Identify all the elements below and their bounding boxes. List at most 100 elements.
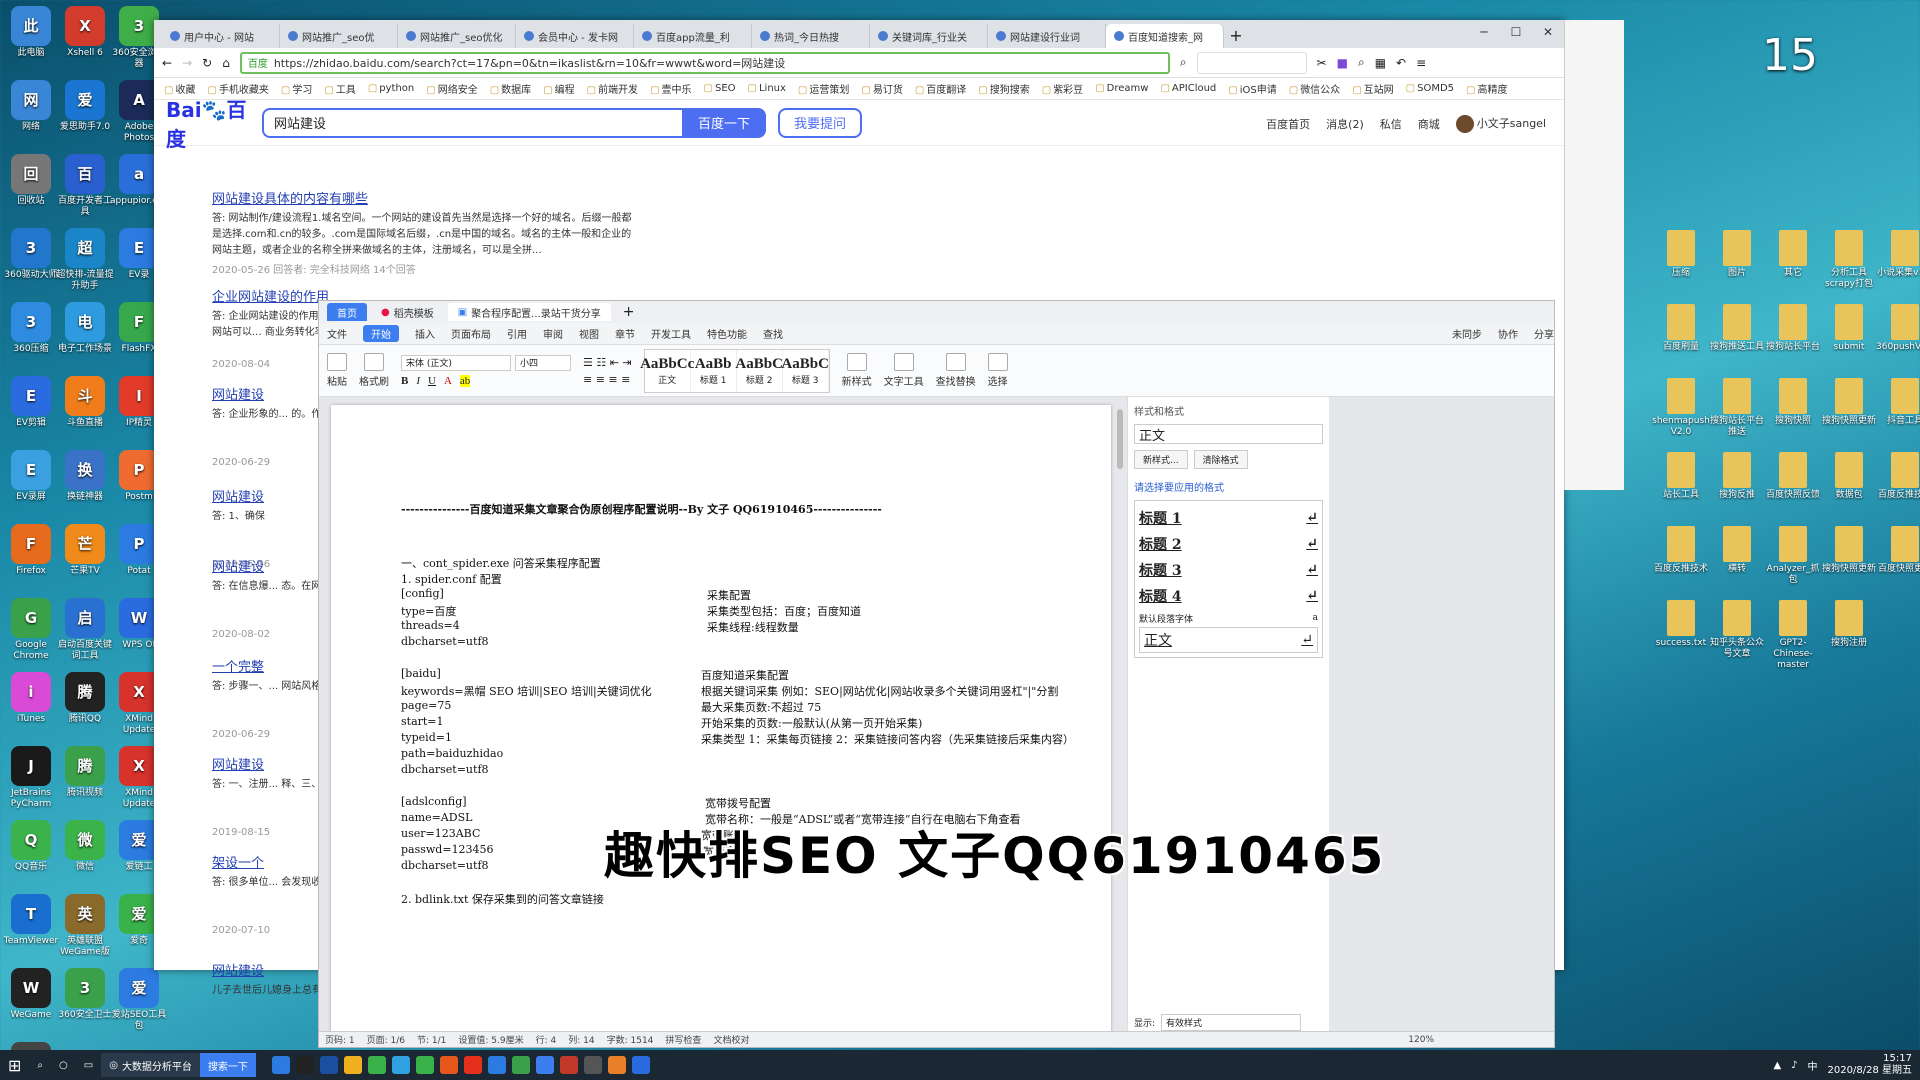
browser-search-box[interactable]: [1196, 51, 1307, 74]
file-icon[interactable]: 横转: [1708, 526, 1766, 575]
file-icon[interactable]: 搜狗快照更新: [1820, 378, 1878, 427]
bookmark-item[interactable]: 运营策划: [798, 81, 849, 96]
desktop-icon[interactable]: 启启动百度关键词工具: [56, 598, 114, 662]
quick-style[interactable]: AaBb 标题 1: [691, 349, 737, 392]
find-replace-button[interactable]: 查找替换: [936, 353, 976, 388]
menu-right-item[interactable]: 协作: [1498, 326, 1518, 341]
bookmark-item[interactable]: SEO: [704, 83, 736, 94]
taskbar-search-icon[interactable]: ⌕: [29, 1053, 51, 1077]
file-icon[interactable]: success.txt: [1652, 600, 1710, 649]
browser-tab[interactable]: 热词_今日热搜: [752, 24, 870, 48]
browser-tab[interactable]: 网站推广_seo优: [280, 24, 398, 48]
list-icons[interactable]: ☰ ☷ ⇤ ⇥: [583, 356, 632, 369]
document-page[interactable]: ---------------百度知道采集文章聚合伪原创程序配置说明--By 文…: [331, 405, 1111, 1045]
font-family-select[interactable]: 宋体 (正文): [401, 354, 511, 371]
desktop-icon[interactable]: F Firefox: [2, 524, 60, 577]
undo-icon[interactable]: ↶: [1396, 56, 1406, 70]
new-doc-tab-button[interactable]: +: [623, 304, 635, 320]
bookmark-item[interactable]: Dreamw: [1095, 83, 1149, 94]
desktop-icon[interactable]: T TeamViewer: [2, 894, 60, 947]
wps-tab-home[interactable]: 首页: [327, 303, 367, 321]
file-icon[interactable]: submit: [1820, 304, 1878, 353]
extension-icon[interactable]: ■: [1337, 56, 1348, 70]
scroll-thumb[interactable]: [1117, 409, 1123, 469]
desktop-icon[interactable]: G Google Chrome: [2, 598, 60, 662]
desktop-icon[interactable]: 3 360压缩: [2, 302, 60, 355]
desktop-icon[interactable]: 英英雄联盟WeGame版: [56, 894, 114, 958]
taskbar-app-search[interactable]: 搜索一下: [199, 1053, 256, 1077]
align-icons[interactable]: ≡ ≡ ≡ ≡: [583, 373, 632, 386]
desktop-icon[interactable]: 爱爱站SEO工具包: [110, 968, 168, 1032]
file-icon[interactable]: 小说采集v1.0: [1876, 230, 1920, 279]
desktop-icon[interactable]: 回回收站: [2, 154, 60, 207]
desktop-icon[interactable]: X Xshell 6: [56, 6, 114, 59]
new-tab-button[interactable]: +: [1224, 24, 1248, 48]
browser-tab[interactable]: 百度app流量_利: [634, 24, 752, 48]
menu-item[interactable]: 章节: [615, 326, 635, 341]
bookmark-item[interactable]: 互站网: [1352, 81, 1394, 96]
paste-button[interactable]: 粘贴: [327, 353, 347, 388]
ime-icon[interactable]: 中: [1808, 1058, 1818, 1073]
quick-style[interactable]: AaBbCc 正文: [640, 349, 694, 392]
desktop-icon[interactable]: 3 360驱动大师: [2, 228, 60, 281]
desktop-icon[interactable]: 芒芒果TV: [56, 524, 114, 577]
home-icon[interactable]: ⌂: [222, 56, 230, 70]
nav-mall[interactable]: 商城: [1418, 116, 1440, 132]
file-icon[interactable]: 搜狗站长平台: [1764, 304, 1822, 353]
browser-tab[interactable]: 网站推广_seo优化: [398, 24, 516, 48]
file-icon[interactable]: 百度反推技术: [1876, 452, 1920, 501]
format-painter-button[interactable]: 格式刷: [359, 353, 389, 388]
new-style-button[interactable]: 新样式: [842, 353, 872, 388]
bookmark-item[interactable]: 紫彩豆: [1042, 81, 1083, 96]
bookmark-item[interactable]: 百度翻译: [915, 81, 966, 96]
baidu-search-input[interactable]: 网站建设: [262, 107, 682, 138]
file-icon[interactable]: 图片: [1708, 230, 1766, 279]
file-icon[interactable]: 360pushV5.1: [1876, 304, 1920, 353]
file-icon[interactable]: 百度反推技术: [1652, 526, 1710, 575]
desktop-icon[interactable]: E EV录屏: [2, 450, 60, 503]
bookmark-item[interactable]: iOS申请: [1228, 81, 1277, 96]
menu-item[interactable]: 插入: [415, 326, 435, 341]
bookmark-item[interactable]: python: [368, 83, 414, 94]
new-style-panel-button[interactable]: 新样式...: [1134, 450, 1188, 469]
taskbar-app-icon[interactable]: [631, 1056, 650, 1074]
nav-home[interactable]: 百度首页: [1266, 116, 1310, 132]
taskbar-app-bigdata[interactable]: ◎ 大数据分析平台: [101, 1053, 200, 1077]
select-button[interactable]: 选择: [987, 353, 1008, 388]
style-list-item[interactable]: 标题 4 ↵: [1139, 583, 1318, 609]
network-icon[interactable]: ▲: [1773, 1060, 1781, 1071]
zoom-icon[interactable]: ⌕: [1358, 55, 1365, 70]
file-icon[interactable]: 压缩: [1652, 230, 1710, 279]
menu-item[interactable]: 页面布局: [451, 326, 491, 341]
nav-private-messages[interactable]: 私信: [1380, 116, 1402, 132]
desktop-icon[interactable]: 此此电脑: [2, 6, 60, 59]
search-icon[interactable]: ⌕: [1180, 55, 1187, 70]
start-button[interactable]: ⊞: [0, 1053, 29, 1077]
style-list-item[interactable]: 标题 2 ↵: [1139, 531, 1318, 557]
taskbar-app-icon[interactable]: [319, 1056, 338, 1074]
file-icon[interactable]: 百度快照更新: [1876, 526, 1920, 575]
vertical-scrollbar[interactable]: [1115, 405, 1125, 1045]
browser-tab[interactable]: 网站建设行业词: [988, 24, 1106, 48]
menu-item[interactable]: 特色功能: [707, 326, 747, 341]
menu-item[interactable]: 文件: [327, 326, 347, 341]
desktop-icon[interactable]: 微微信: [56, 820, 114, 873]
file-icon[interactable]: 搜狗快照: [1764, 378, 1822, 427]
bookmark-item[interactable]: 数据库: [490, 81, 531, 96]
bookmark-item[interactable]: 搜狗搜索: [978, 81, 1030, 96]
taskbar-app-icon[interactable]: [415, 1056, 434, 1074]
bookmark-item[interactable]: SOMD5: [1406, 83, 1454, 94]
desktop-icon[interactable]: W WeGame: [2, 968, 60, 1021]
reload-icon[interactable]: ↻: [202, 56, 212, 70]
desktop-icon[interactable]: 电电子工作场景: [56, 302, 114, 355]
desktop-icon[interactable]: 爱爱思助手7.0: [56, 80, 114, 133]
bookmark-item[interactable]: 学习: [281, 81, 312, 96]
wps-tab-document[interactable]: ▣ 聚合程序配置...录站干货分享: [447, 303, 611, 321]
file-icon[interactable]: 站长工具: [1652, 452, 1710, 501]
font-size-select[interactable]: 小四: [515, 354, 571, 371]
style-list-item[interactable]: 默认段落字体 a: [1139, 609, 1318, 627]
file-icon[interactable]: GPT2-Chinese-master: [1764, 600, 1822, 671]
style-list-item[interactable]: 正文 ↵: [1139, 627, 1318, 653]
file-icon[interactable]: shenmapush V2.0: [1652, 378, 1710, 438]
apps-icon[interactable]: ▦: [1375, 56, 1386, 70]
